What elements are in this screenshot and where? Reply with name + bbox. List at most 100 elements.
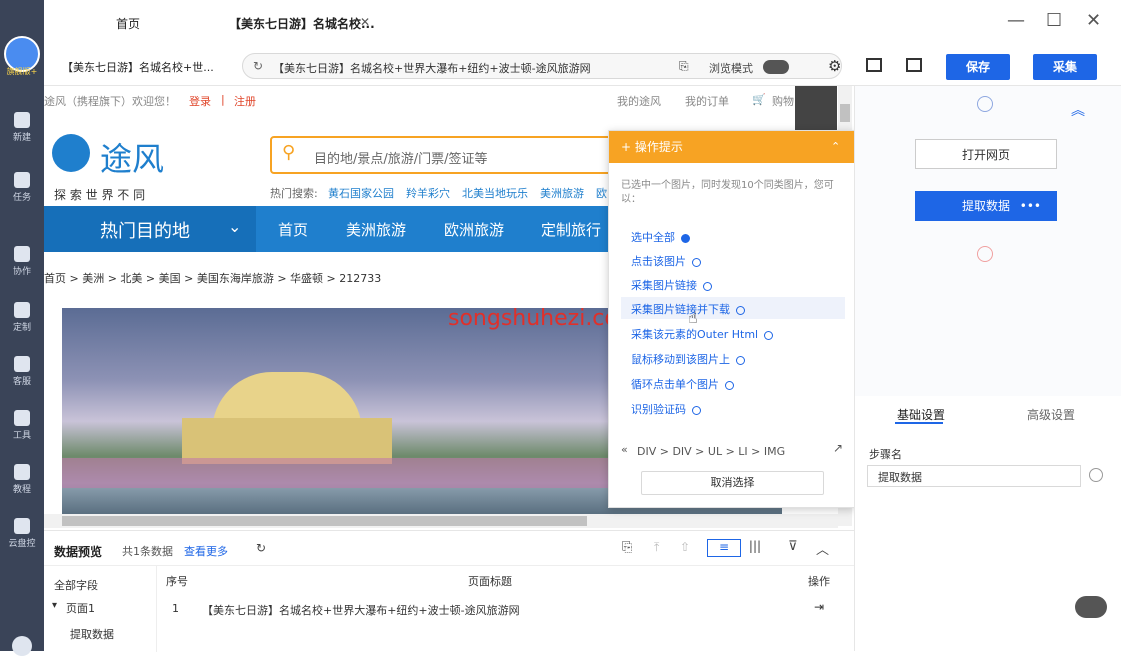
nav-item[interactable]: 美洲旅游 xyxy=(346,219,406,240)
collapse-icon[interactable]: ︿ xyxy=(816,539,829,558)
sidebar-item-new[interactable]: 新建 xyxy=(0,112,44,143)
play-icon[interactable] xyxy=(977,96,993,112)
divider xyxy=(44,565,854,566)
separator: | xyxy=(221,93,225,106)
help-icon xyxy=(764,330,774,340)
maximize-icon[interactable]: ☐ xyxy=(1046,10,1062,31)
check-icon xyxy=(681,233,690,243)
refresh-icon[interactable]: ↻ xyxy=(253,59,263,73)
headset-icon xyxy=(14,356,30,372)
collect-button[interactable]: 采集 xyxy=(1033,54,1097,80)
breadcrumb: 首页 > 美洲 > 北美 > 美国 > 美国东海岸旅游 > 华盛顿 > 2127… xyxy=(44,272,382,285)
workflow-canvas: ︽ 打开网页 提取数据 ••• xyxy=(855,86,1121,396)
select-all-option[interactable]: 选中全部 xyxy=(631,229,690,245)
browse-mode-toggle[interactable] xyxy=(763,60,789,74)
row-action-icon[interactable]: ⇥ xyxy=(814,600,824,614)
variable-icon[interactable] xyxy=(1089,468,1103,482)
nav-item[interactable]: 定制旅行 xyxy=(541,219,601,240)
export-icon[interactable]: ⎘ xyxy=(622,540,632,555)
nav-item[interactable]: 首页 xyxy=(278,219,308,240)
tab-close-icon[interactable]: ✕ xyxy=(360,15,370,29)
minimize-icon[interactable]: — xyxy=(1007,10,1025,31)
stop-icon[interactable] xyxy=(977,246,993,262)
sidebar-item-custom[interactable]: 定制 xyxy=(0,302,44,333)
search-input[interactable]: ⚲ 目的地/景点/旅游/门票/签证等 xyxy=(270,136,616,174)
sidebar-item-task[interactable]: 任务 xyxy=(0,172,44,203)
info-icon[interactable] xyxy=(12,636,32,656)
nav-item[interactable]: 欧洲旅游 xyxy=(444,219,504,240)
my-account-link[interactable]: 我的途风 xyxy=(617,93,661,109)
view-more-link[interactable]: 查看更多 xyxy=(184,543,228,559)
hot-search-link[interactable]: 美洲旅游 xyxy=(540,185,584,201)
operation-tips-popup: + 操作提示 ⌃ 已选中一个图片，同时发现10个同类图片，您可以： 选中全部 点… xyxy=(608,130,856,508)
hot-search-link[interactable]: 黄石国家公园 xyxy=(328,185,394,201)
step-name-input[interactable]: 提取数据 xyxy=(867,465,1081,487)
logo-icon xyxy=(52,134,90,172)
my-orders-link[interactable]: 我的订单 xyxy=(685,93,729,109)
captcha-option[interactable]: 识别验证码 xyxy=(631,401,701,417)
extract-node[interactable]: 提取数据 xyxy=(70,626,114,642)
search-icon: ⚲ xyxy=(282,142,296,163)
tab-advanced-settings[interactable]: 高级设置 xyxy=(1027,406,1075,423)
url-field[interactable]: ↻ 【美东七日游】名城名校+世界大瀑布+纽约+波士顿-途风旅游网 ⎘ 浏览模式 xyxy=(242,53,842,79)
all-fields[interactable]: 全部字段 xyxy=(54,577,98,593)
collapse-icon[interactable]: ⌃ xyxy=(831,131,840,163)
tree-toggle-icon[interactable]: ▾ xyxy=(52,600,57,611)
sidebar-item-tools[interactable]: 工具 xyxy=(0,410,44,441)
list-view-icon[interactable]: ≡ xyxy=(707,539,741,557)
click-image-option[interactable]: 点击该图片 xyxy=(631,253,701,269)
sidebar-item-service[interactable]: 客服 xyxy=(0,356,44,387)
hot-search-link[interactable]: 欧 xyxy=(596,185,607,201)
data-preview: 数据预览 共1条数据 查看更多 ↻ ⎘ ⤒ ⇧ ≡ ||| ⊽ ︿ 全部字段 ▾… xyxy=(44,530,854,652)
horizontal-scrollbar[interactable] xyxy=(44,514,838,528)
loop-click-option[interactable]: 循环点击单个图片 xyxy=(631,376,734,392)
window-icon[interactable] xyxy=(906,58,922,72)
collapse-up-icon[interactable]: ︽ xyxy=(1071,100,1085,120)
settings-icon[interactable]: ⚙ xyxy=(828,57,841,75)
back-icon[interactable]: « xyxy=(621,443,628,456)
tab-home[interactable]: 首页 xyxy=(116,15,140,32)
upload-icon[interactable]: ⤒ xyxy=(654,540,659,555)
hot-search-label: 热门搜索: xyxy=(270,187,318,200)
column-view-icon[interactable]: ||| xyxy=(742,539,768,557)
extract-data-node[interactable]: 提取数据 ••• xyxy=(915,191,1057,221)
tab-basic-settings[interactable]: 基础设置 xyxy=(897,406,945,423)
share-icon[interactable]: ⇧ xyxy=(680,540,690,554)
tab-active[interactable]: 【美东七日游】名城名校... xyxy=(229,15,375,32)
sidebar-item-cloud[interactable]: 云盘控 xyxy=(0,518,44,549)
collect-outer-html-option[interactable]: 采集该元素的Outer Html xyxy=(631,326,774,342)
layout-icon[interactable] xyxy=(866,58,882,72)
nav-main-label: 热门目的地 xyxy=(100,221,190,242)
cart-link[interactable]: 购物 xyxy=(772,93,794,109)
page-title: 【美东七日游】名城名校+世... xyxy=(62,61,214,74)
hover-image-option[interactable]: 鼠标移动到该图片上 xyxy=(631,351,745,367)
refresh-icon[interactable]: ↻ xyxy=(256,541,266,555)
row-title: 【美东七日游】名城名校+世界大瀑布+纽约+波士顿-途风旅游网 xyxy=(202,604,520,617)
save-button[interactable]: 保存 xyxy=(946,54,1010,80)
sidebar-item-collab[interactable]: 协作 xyxy=(0,246,44,277)
nav-main[interactable]: 热门目的地 ⌄ xyxy=(44,206,256,252)
hot-search-link[interactable]: 羚羊彩穴 xyxy=(406,185,450,201)
page-export-icon[interactable]: ⎘ xyxy=(679,59,689,74)
filter-icon[interactable]: ⊽ xyxy=(788,539,798,554)
more-icon[interactable]: ••• xyxy=(1020,191,1041,221)
table-row[interactable]: 1 【美东七日游】名城名校+世界大瀑布+纽约+波士顿-途风旅游网 ⇥ xyxy=(156,595,854,623)
toolbox-icon xyxy=(14,410,30,426)
register-link[interactable]: 注册 xyxy=(234,93,256,109)
element-path: DIV > DIV > UL > LI > IMG xyxy=(637,445,786,458)
magic-wand-button[interactable] xyxy=(1075,596,1107,618)
bookmark-icon xyxy=(14,172,30,188)
cancel-selection-button[interactable]: 取消选择 xyxy=(641,471,824,495)
record-count: 共1条数据 xyxy=(122,545,173,558)
close-icon[interactable]: ✕ xyxy=(1086,10,1101,31)
help-icon xyxy=(692,257,701,267)
open-page-node[interactable]: 打开网页 xyxy=(915,139,1057,169)
sidebar-item-tutorial[interactable]: 教程 xyxy=(0,464,44,495)
page-node[interactable]: 页面1 xyxy=(66,600,95,616)
external-link-icon[interactable]: ↗ xyxy=(833,441,843,455)
collect-image-link-option[interactable]: 采集图片链接 xyxy=(631,277,712,293)
cart-icon[interactable]: 🛒 xyxy=(752,93,766,106)
tab-underline xyxy=(895,422,943,424)
login-link[interactable]: 登录 xyxy=(189,93,211,109)
hot-search-link[interactable]: 北美当地玩乐 xyxy=(462,185,528,201)
